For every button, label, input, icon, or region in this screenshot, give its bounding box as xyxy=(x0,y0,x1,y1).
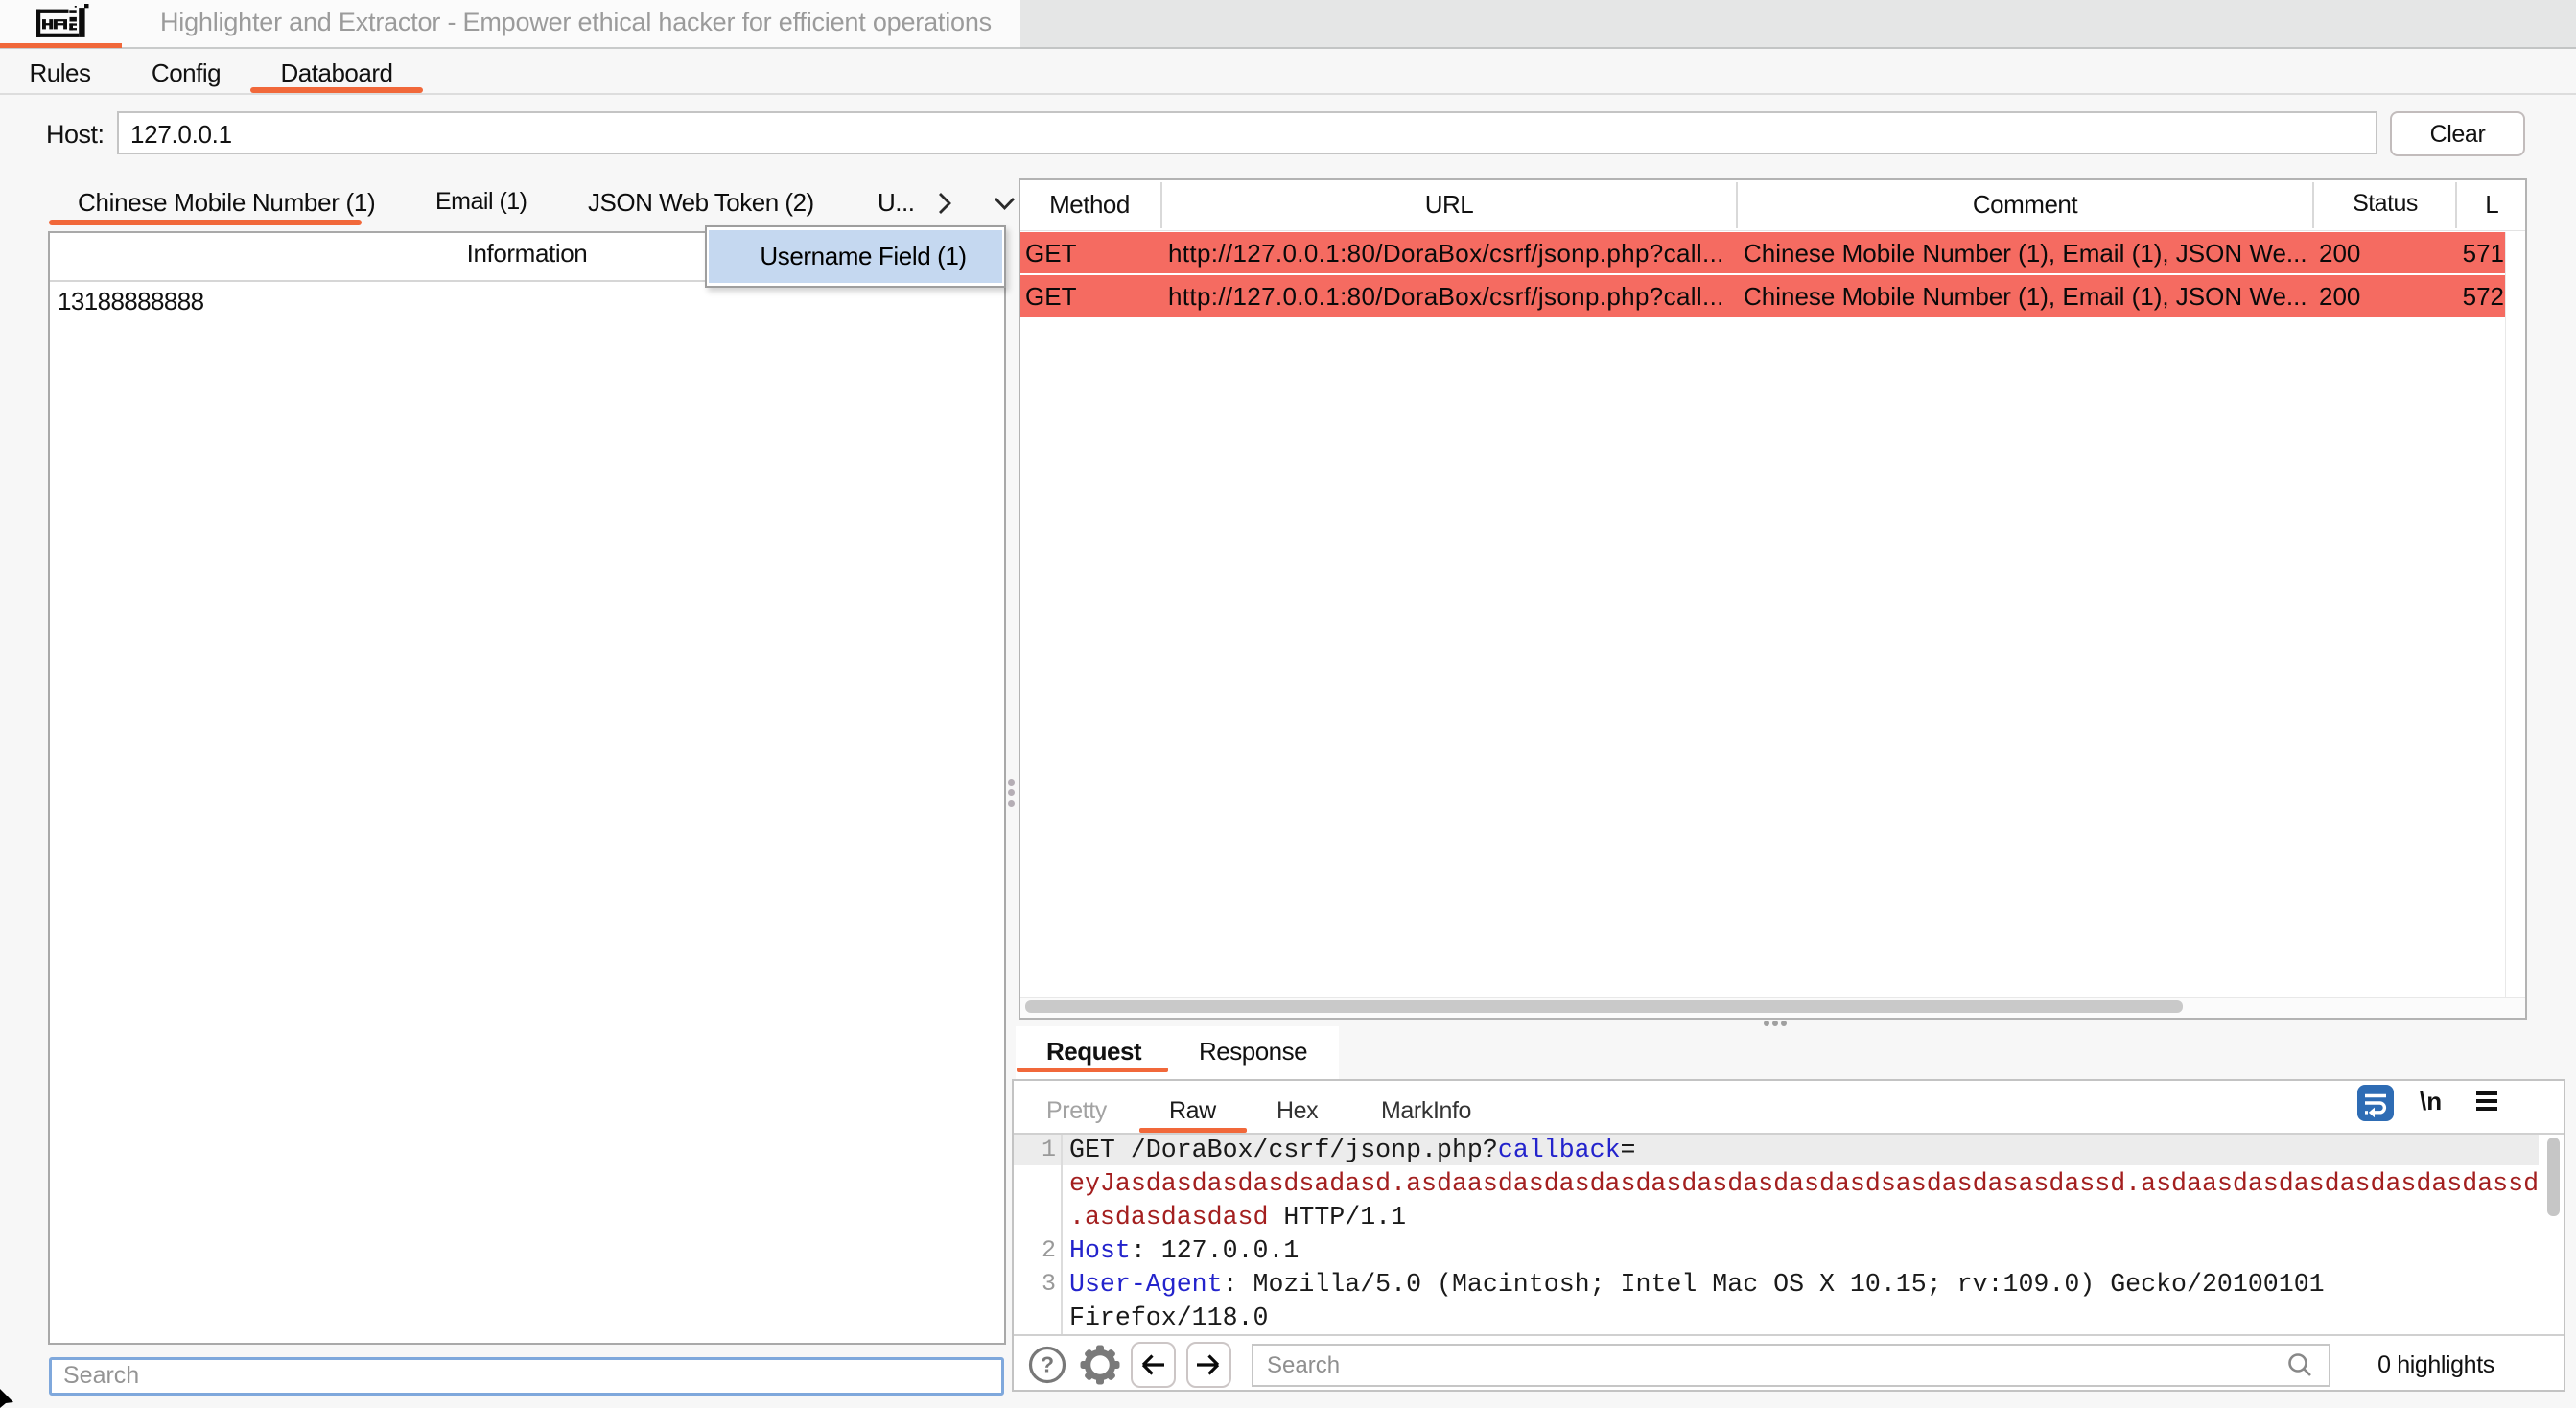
svg-text:?: ? xyxy=(1041,1352,1054,1377)
